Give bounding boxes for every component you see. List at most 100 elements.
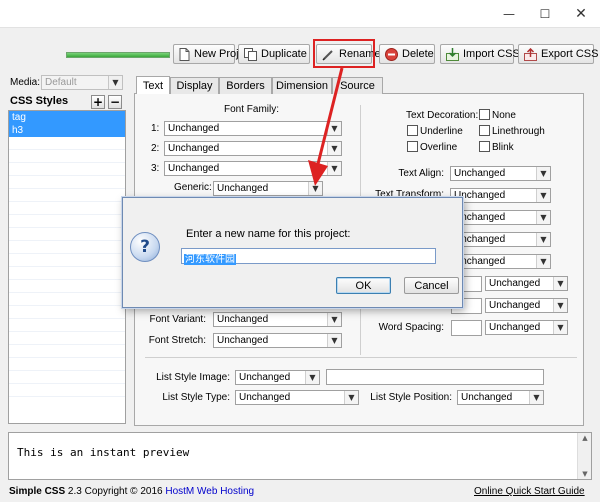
- word-spacing-input[interactable]: [451, 320, 482, 336]
- minimize-button[interactable]: —: [489, 0, 529, 28]
- export-css-label: Export CSS: [541, 48, 599, 60]
- add-style-button[interactable]: +: [91, 95, 105, 109]
- list-style-type-select[interactable]: Unchanged ▼: [235, 390, 359, 405]
- tab-display[interactable]: Display: [170, 77, 219, 94]
- list-item-empty: [9, 150, 125, 163]
- obscured-select-3[interactable]: Unchanged ▼: [450, 254, 551, 269]
- font-row-3-label: 3:: [151, 163, 160, 174]
- text-align-label: Text Align:: [398, 168, 444, 179]
- chevron-down-icon: ▼: [529, 391, 543, 404]
- list-item-empty: [9, 241, 125, 254]
- decoration-linethrough-checkbox[interactable]: [479, 125, 490, 136]
- decoration-none-label: None: [492, 110, 516, 121]
- list-style-type-label: List Style Type:: [162, 392, 230, 403]
- status-company-suffix[interactable]: Web Hosting: [194, 486, 254, 497]
- minimize-icon: —: [503, 7, 515, 21]
- list-style-image-label: List Style Image:: [156, 372, 230, 383]
- horizontal-divider: [145, 357, 577, 358]
- annotation-arrow-shaft: [316, 67, 344, 165]
- scroll-down-icon[interactable]: ▼: [578, 469, 592, 479]
- remove-style-button[interactable]: −: [108, 95, 122, 109]
- scroll-up-icon[interactable]: ▲: [578, 433, 592, 443]
- tab-borders[interactable]: Borders: [219, 77, 272, 94]
- project-name-input[interactable]: 河东软件园: [181, 248, 436, 265]
- chevron-down-icon: ▼: [536, 211, 550, 224]
- css-styles-list: tag h3: [8, 110, 126, 424]
- media-label: Media:: [10, 77, 41, 88]
- decoration-none-checkbox[interactable]: [479, 109, 490, 120]
- chevron-down-icon: ▼: [536, 255, 550, 268]
- chevron-down-icon: ▼: [553, 277, 567, 290]
- maximize-icon: ☐: [539, 7, 551, 21]
- list-item-empty: [9, 371, 125, 384]
- cancel-button[interactable]: Cancel: [404, 277, 459, 294]
- preview-scrollbar[interactable]: ▲ ▼: [577, 433, 591, 479]
- decoration-underline-checkbox[interactable]: [407, 125, 418, 136]
- obscured-select-1[interactable]: Unchanged ▼: [450, 210, 551, 225]
- list-item-empty: [9, 345, 125, 358]
- list-style-image-select[interactable]: Unchanged ▼: [235, 370, 320, 385]
- chevron-down-icon: ▼: [327, 334, 341, 347]
- copy-icon: [244, 47, 257, 61]
- list-item-empty: [9, 176, 125, 189]
- chevron-down-icon: ▼: [536, 189, 550, 202]
- font-family-title: Font Family:: [224, 104, 280, 115]
- chevron-down-icon: ▼: [553, 321, 567, 334]
- close-window-button[interactable]: ✕: [561, 0, 600, 28]
- list-item-empty: [9, 267, 125, 280]
- text-align-select[interactable]: Unchanged ▼: [450, 166, 551, 181]
- font-variant-select[interactable]: Unchanged ▼: [213, 312, 342, 327]
- text-transform-select[interactable]: Unchanged ▼: [450, 188, 551, 203]
- word-spacing-unit-select[interactable]: Unchanged ▼: [485, 320, 568, 335]
- delete-button[interactable]: Delete: [379, 44, 435, 64]
- spacing-2-unit-select[interactable]: Unchanged ▼: [485, 298, 568, 313]
- delete-label: Delete: [402, 48, 434, 60]
- preview-text: This is an instant preview: [17, 446, 190, 459]
- close-icon: ✕: [575, 6, 587, 22]
- list-style-image-value: Unchanged: [239, 372, 291, 383]
- list-item[interactable]: tag: [9, 111, 125, 124]
- decoration-blink-label: Blink: [492, 142, 514, 153]
- spacing-1-unit-value: Unchanged: [489, 278, 541, 289]
- tab-text[interactable]: Text: [136, 76, 170, 94]
- list-item[interactable]: h3: [9, 124, 125, 137]
- list-style-position-select[interactable]: Unchanged ▼: [457, 390, 544, 405]
- new-project-button[interactable]: New Project: [173, 44, 253, 64]
- ok-button[interactable]: OK: [336, 277, 391, 294]
- export-css-button[interactable]: Export CSS: [518, 44, 598, 64]
- chevron-down-icon: ▼: [108, 76, 122, 89]
- spacing-1-unit-select[interactable]: Unchanged ▼: [485, 276, 568, 291]
- chevron-down-icon: ▼: [536, 167, 550, 180]
- font-family-1-value: Unchanged: [168, 123, 220, 134]
- list-style-type-value: Unchanged: [239, 392, 291, 403]
- list-item-empty: [9, 137, 125, 150]
- obscured-select-2[interactable]: Unchanged ▼: [450, 232, 551, 247]
- font-stretch-select[interactable]: Unchanged ▼: [213, 333, 342, 348]
- document-icon: [179, 47, 190, 61]
- list-item-empty: [9, 189, 125, 202]
- text-decoration-title: Text Decoration:: [406, 110, 479, 121]
- css-styles-title: CSS Styles: [10, 95, 69, 107]
- list-item-empty: [9, 319, 125, 332]
- list-item-empty: [9, 293, 125, 306]
- list-style-image-url-input[interactable]: [326, 369, 544, 385]
- quick-start-guide-link[interactable]: Online Quick Start Guide: [474, 486, 585, 497]
- media-select[interactable]: Default ▼: [41, 75, 123, 90]
- chevron-down-icon: ▼: [536, 233, 550, 246]
- decoration-overline-label: Overline: [420, 142, 458, 153]
- chevron-down-icon: ▼: [327, 313, 341, 326]
- text-align-value: Unchanged: [454, 168, 506, 179]
- list-item-empty: [9, 306, 125, 319]
- decoration-overline-checkbox[interactable]: [407, 141, 418, 152]
- import-css-button[interactable]: Import CSS: [440, 44, 520, 64]
- maximize-button[interactable]: ☐: [525, 0, 565, 28]
- dialog-prompt: Enter a new name for this project:: [186, 228, 351, 240]
- status-company-link[interactable]: HostM: [165, 486, 194, 497]
- duplicate-label: Duplicate: [261, 48, 307, 60]
- list-item-empty: [9, 280, 125, 293]
- decoration-blink-checkbox[interactable]: [479, 141, 490, 152]
- list-item-empty: [9, 163, 125, 176]
- annotation-arrow-head: [308, 160, 328, 186]
- chevron-down-icon: ▼: [344, 391, 358, 404]
- spacing-2-unit-value: Unchanged: [489, 300, 541, 311]
